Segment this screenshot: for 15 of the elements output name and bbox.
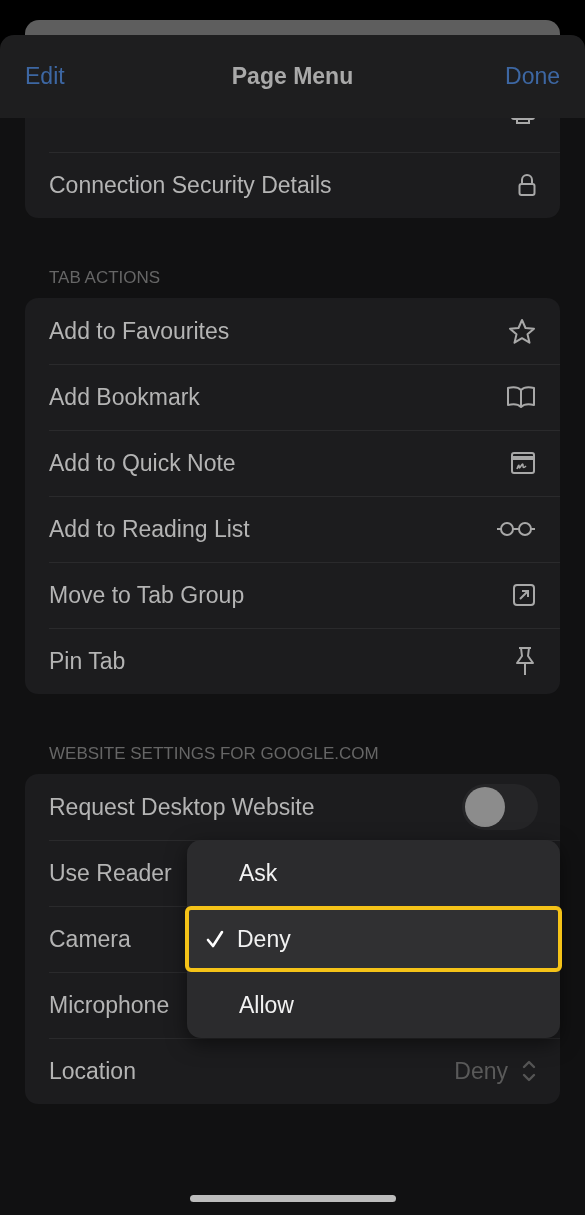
- section-header: TAB ACTIONS: [48, 267, 162, 289]
- menu-item-label: Move to Tab Group: [49, 581, 245, 609]
- section-header: WEBSITE SETTINGS FOR GOOGLE.COM: [48, 743, 380, 765]
- menu-item-label: Add to Favourites: [49, 317, 230, 345]
- page-title: Page Menu: [231, 63, 354, 90]
- menu-item-label: Pin Tab: [49, 647, 126, 675]
- menu-item-label: Connection Security Details: [49, 171, 332, 199]
- setting-label: Request Desktop Website: [49, 793, 315, 821]
- menu-item-label: Add Bookmark: [49, 383, 200, 411]
- setting-label: Location: [49, 1057, 136, 1085]
- menu-item-label: Add to Quick Note: [49, 449, 236, 477]
- setting-label: Microphone: [49, 991, 170, 1019]
- menu-item-label: Add to Reading List: [49, 515, 250, 543]
- setting-label: Use Reader: [49, 859, 172, 887]
- setting-label: Camera: [49, 925, 131, 953]
